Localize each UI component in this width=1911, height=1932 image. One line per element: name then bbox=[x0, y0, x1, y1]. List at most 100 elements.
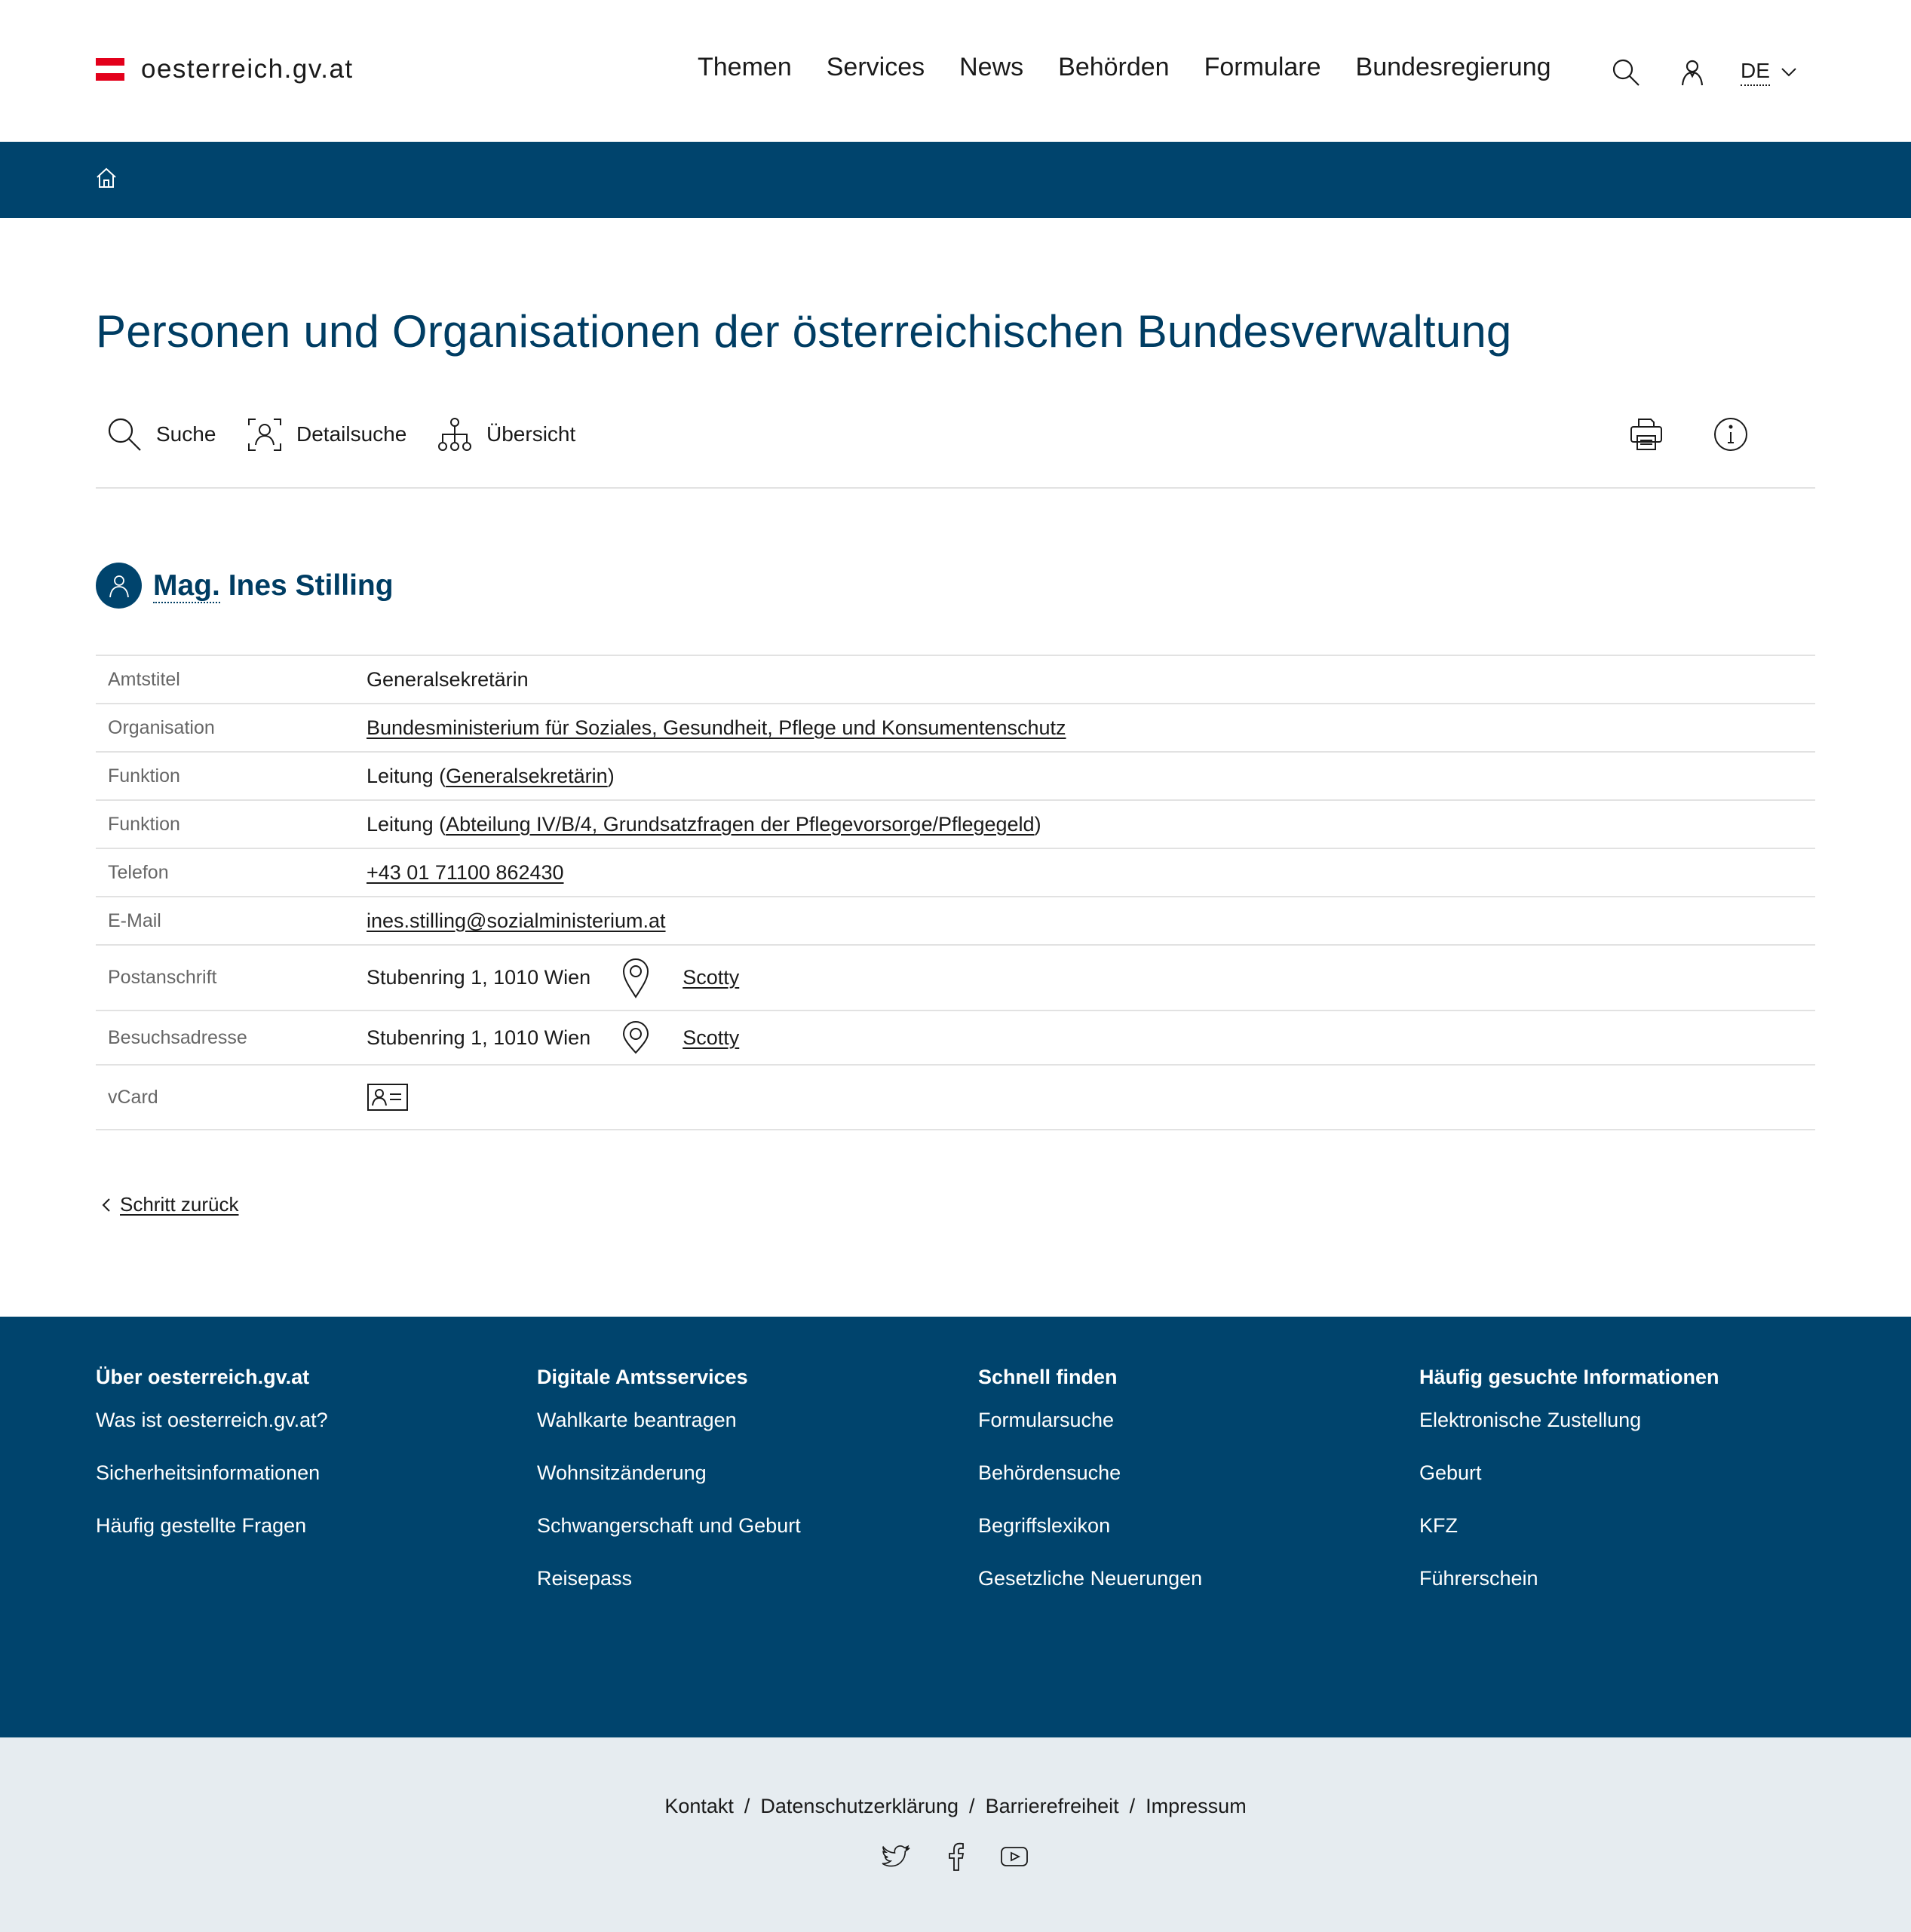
map-pin-icon[interactable] bbox=[619, 957, 652, 999]
row-label: Organisation bbox=[108, 716, 215, 738]
footer-column: Digitale Amtsservices Wahlkarte beantrag… bbox=[537, 1366, 801, 1618]
row-label: vCard bbox=[108, 1086, 158, 1108]
privacy-link[interactable]: Datenschutzerklärung bbox=[760, 1795, 959, 1817]
person-name: Mag. Ines Stilling bbox=[153, 569, 394, 603]
footer-link[interactable]: Führerschein bbox=[1419, 1566, 1719, 1618]
vcard-icon[interactable] bbox=[367, 1083, 409, 1112]
contact-link[interactable]: Kontakt bbox=[664, 1795, 734, 1817]
scotty-link[interactable]: Scotty bbox=[682, 966, 739, 989]
footer-heading: Digitale Amtsservices bbox=[537, 1366, 748, 1388]
nav-services[interactable]: Services bbox=[827, 53, 925, 82]
separator: / bbox=[969, 1795, 975, 1817]
funktion-link[interactable]: Generalsekretärin bbox=[446, 765, 608, 788]
twitter-icon[interactable] bbox=[882, 1842, 912, 1872]
scotty-link[interactable]: Scotty bbox=[682, 1026, 739, 1050]
footer-link[interactable]: Häufig gestellte Fragen bbox=[96, 1513, 328, 1566]
footer-column: Schnell finden Formularsuche Behördensuc… bbox=[978, 1366, 1202, 1618]
main-navigation: Themen Services News Behörden Formulare … bbox=[698, 53, 1586, 82]
person-icon bbox=[96, 563, 142, 609]
footer-link[interactable]: Sicherheitsinformationen bbox=[96, 1460, 328, 1513]
footer-link[interactable]: Formularsuche bbox=[978, 1407, 1202, 1460]
chevron-left-icon bbox=[102, 1198, 110, 1212]
table-row: Funktion Leitung (Generalsekretärin) bbox=[96, 753, 1815, 801]
footer-link[interactable]: Wahlkarte beantragen bbox=[537, 1407, 801, 1460]
imprint-link[interactable]: Impressum bbox=[1146, 1795, 1247, 1817]
funktion-prefix: Leitung ( bbox=[367, 812, 446, 836]
table-row: Besuchsadresse Stubenring 1, 1010 Wien S… bbox=[96, 1011, 1815, 1066]
overview-button[interactable]: Übersicht bbox=[437, 413, 575, 455]
organisation-link[interactable]: Bundesministerium für Soziales, Gesundhe… bbox=[367, 716, 1066, 740]
home-icon[interactable] bbox=[95, 167, 118, 189]
nav-behoerden[interactable]: Behörden bbox=[1058, 53, 1169, 82]
row-label: Funktion bbox=[108, 765, 180, 787]
search-icon[interactable] bbox=[1608, 54, 1644, 90]
funktion-suffix: ) bbox=[1034, 812, 1041, 836]
footer-heading: Über oesterreich.gv.at bbox=[96, 1366, 310, 1388]
footer-heading: Häufig gesuchte Informationen bbox=[1419, 1366, 1719, 1388]
facebook-icon[interactable] bbox=[940, 1842, 971, 1872]
academic-title: Mag. bbox=[153, 569, 220, 603]
funktion-link[interactable]: Abteilung IV/B/4, Grundsatzfragen der Pf… bbox=[446, 813, 1034, 836]
detail-search-button[interactable]: Detailsuche bbox=[247, 413, 406, 455]
nav-bundesregierung[interactable]: Bundesregierung bbox=[1356, 53, 1551, 82]
table-row: Amtstitel Generalsekretärin bbox=[96, 656, 1815, 704]
accessibility-link[interactable]: Barrierefreiheit bbox=[986, 1795, 1119, 1817]
visit-address: Stubenring 1, 1010 Wien bbox=[367, 1026, 591, 1049]
site-logo[interactable]: oesterreich.gv.at bbox=[96, 54, 354, 84]
email-link[interactable]: ines.stilling@sozialministerium.at bbox=[367, 909, 666, 933]
legal-links: Kontakt / Datenschutzerklärung / Barrierefre… bbox=[0, 1795, 1911, 1818]
row-label: Amtstitel bbox=[108, 668, 180, 690]
footer-column: Über oesterreich.gv.at Was ist oesterrei… bbox=[96, 1366, 328, 1566]
overview-label: Übersicht bbox=[486, 422, 576, 446]
face-scan-icon bbox=[248, 419, 281, 451]
row-label: Funktion bbox=[108, 813, 180, 835]
funktion-prefix: Leitung ( bbox=[367, 764, 446, 787]
footer-link[interactable]: Was ist oesterreich.gv.at? bbox=[96, 1407, 328, 1460]
footer-link[interactable]: Elektronische Zustellung bbox=[1419, 1407, 1719, 1460]
youtube-icon[interactable] bbox=[999, 1842, 1029, 1872]
table-row: Funktion Leitung (Abteilung IV/B/4, Grun… bbox=[96, 801, 1815, 849]
footer-link[interactable]: KFZ bbox=[1419, 1513, 1719, 1566]
search-toolbar: Suche Detailsuche Übersicht bbox=[96, 413, 1815, 489]
footer-link[interactable]: Gesetzliche Neuerungen bbox=[978, 1566, 1202, 1618]
site-header: oesterreich.gv.at Themen Services News B… bbox=[0, 0, 1911, 142]
language-selector[interactable]: DE bbox=[1741, 59, 1797, 86]
row-label: Telefon bbox=[108, 861, 169, 883]
info-icon[interactable] bbox=[1710, 413, 1752, 455]
austria-flag-icon bbox=[96, 58, 124, 81]
nav-news[interactable]: News bbox=[959, 53, 1023, 82]
map-pin-icon[interactable] bbox=[619, 1017, 652, 1059]
table-row: Postanschrift Stubenring 1, 1010 Wien Sc… bbox=[96, 946, 1815, 1011]
phone-link[interactable]: +43 01 71100 862430 bbox=[367, 861, 564, 885]
search-button[interactable]: Suche bbox=[106, 413, 216, 455]
footer-link[interactable]: Reisepass bbox=[537, 1566, 801, 1618]
nav-themen[interactable]: Themen bbox=[698, 53, 792, 82]
language-code: DE bbox=[1741, 59, 1770, 86]
person-fullname: Ines Stilling bbox=[228, 569, 394, 602]
table-row: Organisation Bundesministerium für Sozia… bbox=[96, 704, 1815, 753]
separator: / bbox=[1129, 1795, 1136, 1817]
user-login-icon[interactable] bbox=[1674, 54, 1710, 90]
footer-link[interactable]: Schwangerschaft und Geburt bbox=[537, 1513, 801, 1566]
footer-link[interactable]: Begriffslexikon bbox=[978, 1513, 1202, 1566]
back-link[interactable]: Schritt zurück bbox=[102, 1193, 239, 1216]
print-icon[interactable] bbox=[1625, 413, 1667, 455]
legal-footer: Kontakt / Datenschutzerklärung / Barrierefre… bbox=[0, 1737, 1911, 1932]
logo-text: oesterreich.gv.at bbox=[141, 54, 354, 84]
person-heading: Mag. Ines Stilling bbox=[96, 563, 394, 609]
funktion-suffix: ) bbox=[607, 764, 615, 787]
search-icon bbox=[108, 418, 141, 451]
footer-link[interactable]: Behördensuche bbox=[978, 1460, 1202, 1513]
table-row: vCard bbox=[96, 1066, 1815, 1130]
separator: / bbox=[744, 1795, 750, 1817]
nav-formulare[interactable]: Formulare bbox=[1204, 53, 1321, 82]
footer-link[interactable]: Wohnsitzänderung bbox=[537, 1460, 801, 1513]
row-label: Besuchsadresse bbox=[108, 1026, 247, 1048]
row-label: Postanschrift bbox=[108, 967, 217, 988]
person-details-table: Amtstitel Generalsekretärin Organisation… bbox=[96, 655, 1815, 1130]
search-label: Suche bbox=[156, 422, 216, 446]
footer-column: Häufig gesuchte Informationen Elektronis… bbox=[1419, 1366, 1719, 1618]
footer-link[interactable]: Geburt bbox=[1419, 1460, 1719, 1513]
breadcrumb bbox=[0, 142, 1911, 218]
social-links bbox=[0, 1842, 1911, 1872]
